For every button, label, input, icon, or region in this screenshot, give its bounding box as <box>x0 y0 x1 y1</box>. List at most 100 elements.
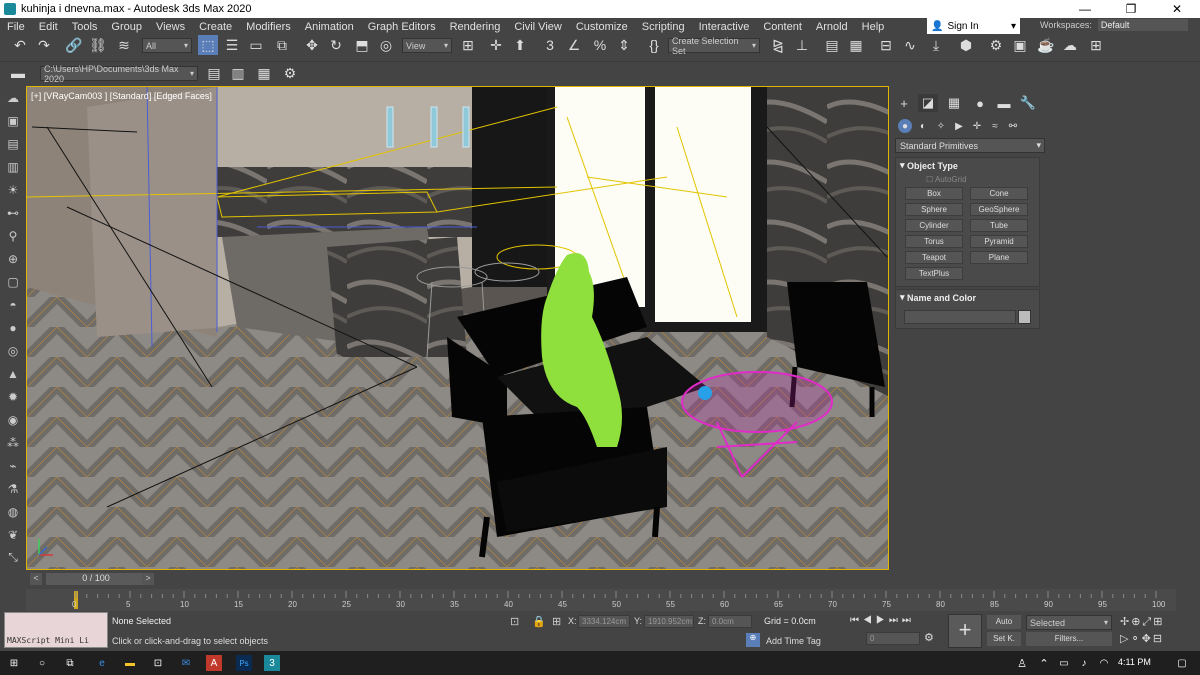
render-production-icon[interactable]: ☕ <box>1036 35 1056 55</box>
geosphere-icon[interactable]: ◉ <box>0 408 26 431</box>
close-button[interactable]: ✕ <box>1154 2 1200 16</box>
auto-key-button[interactable]: Auto <box>987 615 1021 629</box>
time-slider-prev[interactable]: < <box>30 573 42 585</box>
scale-icon[interactable]: ⬒ <box>352 35 372 55</box>
menu-group[interactable]: Group <box>104 21 149 33</box>
shapes-icon[interactable]: ⊕ <box>0 247 26 270</box>
minimize-button[interactable]: — <box>1062 2 1108 16</box>
menu-animation[interactable]: Animation <box>298 21 361 33</box>
viewport-label[interactable]: [+] [VRayCam003 ] [Standard] [Edged Face… <box>31 91 212 101</box>
track-bar[interactable]: 0 5 10 15 20 25 30 35 40 45 50 55 60 65 70 75 80 85 90 95 10… <box>26 589 1176 611</box>
time-slider-next[interactable]: > <box>142 573 154 585</box>
media-icon[interactable]: ⊞ <box>1086 35 1106 55</box>
dynamics-icon[interactable]: ⚗ <box>0 477 26 500</box>
menu-help[interactable]: Help <box>855 21 892 33</box>
views-icon[interactable]: ▣ <box>0 109 26 132</box>
lock-selection-icon[interactable]: 🔒 <box>532 615 546 628</box>
link-icon[interactable]: 🔗 <box>64 35 84 55</box>
plane-button[interactable]: Plane <box>970 251 1028 264</box>
lights-icon[interactable]: ☀ <box>0 178 26 201</box>
search-icon[interactable]: ○ <box>34 655 50 671</box>
viewport-navigation-icons-2[interactable]: ▷⚬✥⊟ <box>1120 632 1164 645</box>
menu-graph-editors[interactable]: Graph Editors <box>361 21 443 33</box>
teapot-button[interactable]: Teapot <box>905 251 963 264</box>
new-project-icon[interactable]: ▦ <box>254 63 274 83</box>
network-icon[interactable]: ▭ <box>1056 655 1072 671</box>
lights-icon[interactable]: ✧ <box>934 119 948 133</box>
y-coordinate-input[interactable]: 1910.952cm <box>644 615 694 628</box>
windows-start-icon[interactable]: ⊞ <box>6 655 22 671</box>
photoshop-icon[interactable]: Ps <box>236 655 252 671</box>
snaps-toggle-icon[interactable]: 3 <box>540 35 560 55</box>
utilities-tab-icon[interactable]: 🔧 <box>1018 94 1038 112</box>
menu-scripting[interactable]: Scripting <box>635 21 692 33</box>
sphere-icon[interactable]: ● <box>0 316 26 339</box>
rectangular-selection-icon[interactable]: ▭ <box>246 35 266 55</box>
motion-tab-icon[interactable]: ● <box>970 94 990 112</box>
menu-civil-view[interactable]: Civil View <box>507 21 568 33</box>
file-explorer-icon[interactable]: ▬ <box>122 655 138 671</box>
place-icon[interactable]: ◎ <box>376 35 396 55</box>
name-color-header[interactable]: ▾ Name and Color <box>896 290 1039 305</box>
geosphere-button[interactable]: GeoSphere <box>970 203 1028 216</box>
curve-editor-icon[interactable]: ∿ <box>900 35 920 55</box>
menu-content[interactable]: Content <box>756 21 809 33</box>
layer-explorer-icon[interactable]: ▤ <box>822 35 842 55</box>
plant-icon[interactable]: ❦ <box>0 523 26 546</box>
3dsmax-taskbar-icon[interactable]: 3 <box>264 655 280 671</box>
viewport-navigation-icons[interactable]: ✢⊕⤢⊞ <box>1120 615 1164 629</box>
move-icon[interactable]: ✥ <box>302 35 322 55</box>
systems-icon[interactable]: ⚯ <box>1006 119 1020 133</box>
isolate-selection-icon[interactable]: ⊡ <box>510 615 519 628</box>
primitive-category-dropdown[interactable]: Standard Primitives <box>895 138 1045 153</box>
mirror-icon[interactable]: ⧎ <box>768 35 788 55</box>
time-tag-icon[interactable]: ⊕ <box>746 633 760 647</box>
object-type-header[interactable]: ▾ Object Type <box>896 158 1039 173</box>
sun-icon[interactable]: ✹ <box>0 385 26 408</box>
menu-edit[interactable]: Edit <box>32 21 65 33</box>
particles-icon[interactable]: ⁂ <box>0 431 26 454</box>
playback-controls[interactable]: ⏮◀▶⏭⏭ <box>850 615 915 626</box>
undo-icon[interactable]: ↶ <box>10 35 30 55</box>
autogrid-checkbox[interactable]: ☐ AutoGrid <box>926 175 967 184</box>
sign-in-dropdown[interactable]: 👤 Sign In ▾ <box>927 18 1020 34</box>
cameras-icon[interactable]: ▶ <box>952 119 966 133</box>
window-crossing-icon[interactable]: ⧉ <box>272 35 292 55</box>
select-by-name-icon[interactable]: ☰ <box>222 35 242 55</box>
rotate-icon[interactable]: ↻ <box>326 35 346 55</box>
notifications-icon[interactable]: ▢ <box>1174 655 1190 671</box>
torus-button[interactable]: Torus <box>905 235 963 248</box>
camera-icon[interactable]: ⊷ <box>0 201 26 224</box>
spacewarp-icon[interactable]: ⌁ <box>0 454 26 477</box>
mail-icon[interactable]: ✉ <box>178 655 194 671</box>
angle-snap-icon[interactable]: ∠ <box>564 35 584 55</box>
acrobat-icon[interactable]: A <box>206 655 222 671</box>
edit-named-selection-icon[interactable]: {} <box>644 35 664 55</box>
edge-icon[interactable]: e <box>94 655 110 671</box>
helpers-icon[interactable]: ✛ <box>970 119 984 133</box>
reference-coordinate-dropdown[interactable]: View <box>402 38 452 53</box>
open-project-icon[interactable]: ▥ <box>228 63 248 83</box>
store-icon[interactable]: ⊡ <box>150 655 166 671</box>
object-name-input[interactable] <box>904 310 1016 324</box>
menu-create[interactable]: Create <box>192 21 239 33</box>
project-settings-icon[interactable]: ⚙ <box>280 63 300 83</box>
menu-interactive[interactable]: Interactive <box>692 21 757 33</box>
workspaces-value[interactable]: Default <box>1097 19 1188 31</box>
space-warps-icon[interactable]: ≈ <box>988 119 1002 133</box>
wifi-icon[interactable]: ◠ <box>1096 655 1112 671</box>
select-manipulate-icon[interactable]: ✛ <box>486 35 506 55</box>
helpers-icon[interactable]: ⚲ <box>0 224 26 247</box>
material-editor-icon[interactable]: ⬢ <box>956 35 976 55</box>
torus-icon[interactable]: ◎ <box>0 339 26 362</box>
people-icon[interactable]: ♙ <box>1014 655 1030 671</box>
cone-button[interactable]: Cone <box>970 187 1028 200</box>
scene-icon[interactable]: ▥ <box>0 155 26 178</box>
geometry-icon[interactable]: ● <box>898 119 912 133</box>
project-folder-icon[interactable]: ▤ <box>204 63 224 83</box>
cylinder-button[interactable]: Cylinder <box>905 219 963 232</box>
tube-button[interactable]: Tube <box>970 219 1028 232</box>
menu-file[interactable]: File <box>0 21 32 33</box>
menu-views[interactable]: Views <box>149 21 192 33</box>
modify-tab-icon[interactable]: ◪ <box>918 94 938 112</box>
